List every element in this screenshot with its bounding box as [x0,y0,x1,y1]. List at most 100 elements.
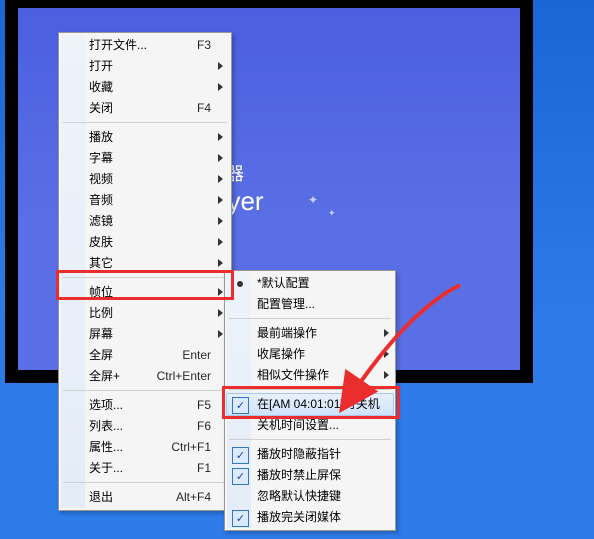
menu-item-label: 视频 [89,169,211,190]
menu-item-label: 忽略默认快捷键 [257,486,379,507]
check-icon: ✓ [232,510,249,527]
menu-item-label: 在[AM 04:01:01]时关机 [257,394,380,415]
menu-item-shortcut: Enter [172,345,211,366]
menu-item[interactable]: 相似文件操作 [227,365,393,386]
menu-item[interactable]: 打开 [61,56,229,77]
decoration-star: ✦ [308,193,318,207]
menu-item[interactable]: 收藏 [61,77,229,98]
menu-separator [229,439,391,441]
check-icon: ✓ [232,468,249,485]
menu-item-label: 播放完关闭媒体 [257,507,379,528]
submenu-arrow-icon [218,238,223,246]
menu-item[interactable]: 皮肤 [61,232,229,253]
submenu-arrow-icon [218,133,223,141]
submenu-arrow-icon [218,259,223,267]
submenu-arrow-icon [218,217,223,225]
menu-item[interactable]: 音频 [61,190,229,211]
menu-separator [63,277,227,279]
menu-item-label: 比例 [89,303,211,324]
menu-item[interactable]: 关闭F4 [61,98,229,119]
menu-item[interactable]: 关于...F1 [61,458,229,479]
menu-item[interactable]: 字幕 [61,148,229,169]
menu-separator [63,482,227,484]
menu-item[interactable]: 比例 [61,303,229,324]
menu-item-label: 其它 [89,253,211,274]
menu-item[interactable]: 配置管理... [227,294,393,315]
menu-item[interactable]: 滤镜 [61,211,229,232]
menu-item-label: 属性... [89,437,161,458]
menu-item-label: 关于... [89,458,187,479]
menu-item-label: 收藏 [89,77,211,98]
check-icon: ✓ [232,447,249,464]
menu-item-label: 屏幕 [89,324,211,345]
menu-item-label: 滤镜 [89,211,211,232]
menu-item[interactable]: 退出Alt+F4 [61,487,229,508]
menu-item-label: 打开文件... [89,35,187,56]
menu-item[interactable]: 选项...F5 [61,395,229,416]
menu-item-label: 相似文件操作 [257,365,379,386]
menu-item-label: 皮肤 [89,232,211,253]
submenu-arrow-icon [218,175,223,183]
menu-item-label: 全屏+ [89,366,147,387]
menu-item-label: 收尾操作 [257,344,379,365]
menu-item-shortcut: F3 [187,35,211,56]
menu-item[interactable]: ✓ 播放完关闭媒体 [227,507,393,528]
check-icon: ✓ [232,397,249,414]
menu-item-label: 配置管理... [257,294,379,315]
menu-item[interactable]: ✓ 播放时禁止屏保 [227,465,393,486]
menu-item[interactable]: 属性...Ctrl+F1 [61,437,229,458]
menu-separator [63,390,227,392]
submenu-arrow-icon [218,154,223,162]
menu-item-shortcut: Alt+F4 [166,487,211,508]
menu-separator [229,318,391,320]
menu-item-shortcut: F6 [187,416,211,437]
menu-item[interactable]: ✓ 播放时隐蔽指针 [227,444,393,465]
menu-item-label: 列表... [89,416,187,437]
menu-item-label: 全屏 [89,345,172,366]
menu-item-label: 播放 [89,127,211,148]
submenu-arrow-icon [384,329,389,337]
menu-item[interactable]: 收尾操作 [227,344,393,365]
menu-item[interactable]: 最前端操作 [227,323,393,344]
submenu-arrow-icon [218,83,223,91]
menu-item[interactable]: 帧位 [61,282,229,303]
menu-item[interactable]: 关机时间设置... [227,415,393,436]
menu-separator [229,389,391,391]
menu-item-label: 打开 [89,56,211,77]
bullet-icon [237,281,243,287]
menu-item[interactable]: 忽略默认快捷键 [227,486,393,507]
context-menu-other: *默认配置配置管理... 最前端操作收尾操作相似文件操作 ✓ 在[AM 04:01:0… [224,270,396,531]
submenu-arrow-icon [218,330,223,338]
menu-item[interactable]: 屏幕 [61,324,229,345]
menu-item-label: 播放时禁止屏保 [257,465,379,486]
menu-item-shortcut: F1 [187,458,211,479]
menu-item[interactable]: 全屏Enter [61,345,229,366]
menu-item[interactable]: 列表...F6 [61,416,229,437]
menu-item[interactable]: *默认配置 [227,273,393,294]
context-menu-main: 打开文件...F3打开收藏关闭F4 播放字幕视频音频滤镜皮肤其它帧位比例屏幕全屏E… [58,32,232,511]
menu-item-label: 播放时隐蔽指针 [257,444,379,465]
menu-item-label: 帧位 [89,282,211,303]
submenu-arrow-icon [384,371,389,379]
menu-item-shortcut: Ctrl+Enter [147,366,211,387]
menu-item[interactable]: 视频 [61,169,229,190]
submenu-arrow-icon [384,350,389,358]
menu-item-label: 字幕 [89,148,211,169]
menu-item-label: *默认配置 [257,273,379,294]
menu-item[interactable]: 其它 [61,253,229,274]
menu-separator [63,122,227,124]
submenu-arrow-icon [218,309,223,317]
menu-item[interactable]: ✓ 在[AM 04:01:01]时关机 [226,393,394,416]
menu-item-label: 音频 [89,190,211,211]
menu-item-label: 退出 [89,487,166,508]
menu-item-label: 选项... [89,395,187,416]
submenu-arrow-icon [218,62,223,70]
submenu-arrow-icon [218,288,223,296]
menu-item[interactable]: 全屏+Ctrl+Enter [61,366,229,387]
menu-item[interactable]: 播放 [61,127,229,148]
menu-item-shortcut: F5 [187,395,211,416]
decoration-star: ✦ [328,208,336,219]
menu-item-label: 关机时间设置... [257,415,379,436]
menu-item[interactable]: 打开文件...F3 [61,35,229,56]
menu-item-label: 关闭 [89,98,187,119]
